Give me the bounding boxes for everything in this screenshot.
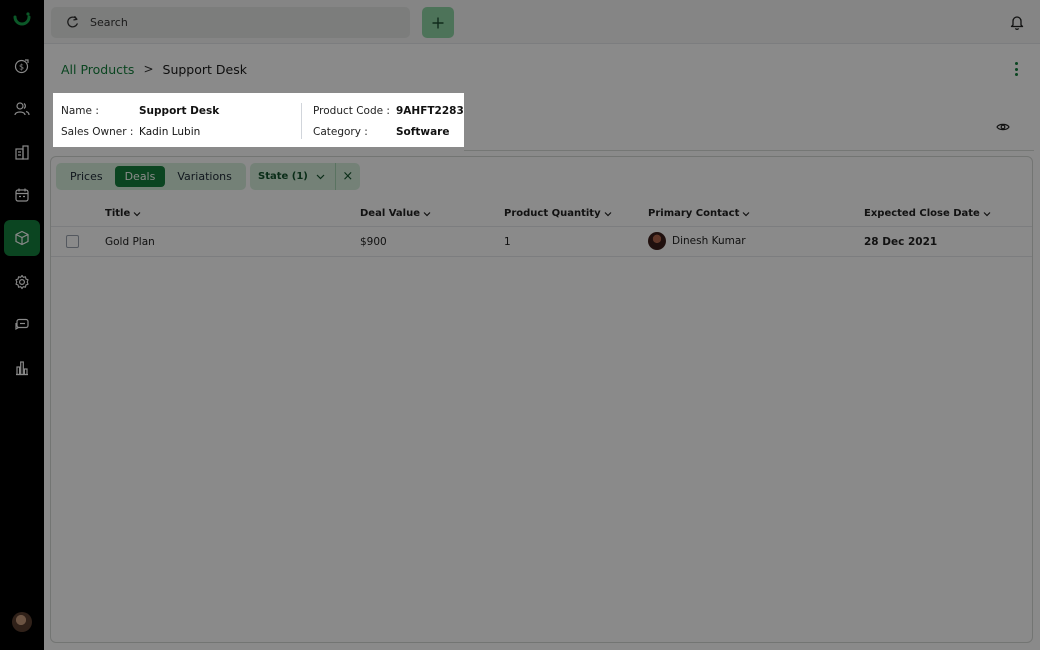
- state-filter: State (1) ×: [250, 163, 360, 190]
- sidebar: $: [0, 0, 44, 650]
- search-input[interactable]: Search: [51, 7, 410, 38]
- cell-title[interactable]: Gold Plan: [105, 236, 155, 248]
- building-icon: [15, 145, 29, 160]
- gear-icon: [15, 274, 29, 290]
- breadcrumb-all-products[interactable]: All Products: [61, 62, 134, 77]
- add-button[interactable]: [422, 7, 454, 38]
- chevron-down-icon: [133, 211, 141, 216]
- contact-name: Dinesh Kumar: [672, 235, 746, 247]
- plus-icon: [432, 17, 444, 28]
- column-header-deal-value[interactable]: Deal Value: [360, 208, 431, 219]
- table-row[interactable]: Gold Plan $900 1 Dinesh Kumar 28 Dec 202…: [51, 226, 1032, 257]
- breadcrumb: All Products > Support Desk: [61, 61, 247, 77]
- column-header-expected-close-date[interactable]: Expected Close Date: [864, 208, 991, 219]
- chevron-down-icon: [604, 211, 612, 216]
- user-avatar[interactable]: [12, 612, 32, 632]
- sidebar-item-reports[interactable]: [4, 350, 40, 386]
- info-code-label: Product Code :: [313, 105, 390, 117]
- kebab-icon[interactable]: [1014, 62, 1018, 76]
- column-header-label: Primary Contact: [648, 208, 740, 219]
- users-icon: [14, 102, 30, 116]
- tab-prices[interactable]: Prices: [60, 166, 113, 187]
- info-owner-label: Sales Owner :: [61, 126, 134, 138]
- column-header-label: Deal Value: [360, 208, 421, 219]
- deals-panel: Prices Deals Variations State (1) × Titl…: [50, 156, 1033, 643]
- info-code-row: Product Code : 9AHFT2283: [313, 105, 464, 117]
- sidebar-item-deals[interactable]: $: [4, 48, 40, 84]
- info-name-label: Name :: [61, 105, 99, 117]
- column-header-label: Expected Close Date: [864, 208, 980, 219]
- product-info-card: Name : Support Desk Sales Owner : Kadin …: [53, 93, 464, 147]
- search-icon: [67, 16, 78, 28]
- chat-icon: [15, 318, 29, 331]
- cell-deal-value: $900: [360, 236, 387, 248]
- sidebar-item-calendar[interactable]: [4, 177, 40, 213]
- breadcrumb-current: Support Desk: [162, 61, 247, 77]
- cell-close-date: 28 Dec 2021: [864, 236, 938, 248]
- top-bar: Search: [44, 0, 1040, 44]
- info-name-row: Name : Support Desk: [61, 105, 219, 117]
- bar-chart-icon: [16, 361, 28, 376]
- chevron-down-icon: [983, 211, 991, 216]
- state-filter-label: State (1): [258, 171, 308, 182]
- dollar-target-icon: $: [14, 59, 29, 74]
- column-header-primary-contact[interactable]: Primary Contact: [648, 208, 750, 219]
- svg-text:$: $: [19, 63, 24, 72]
- eye-icon[interactable]: [996, 120, 1010, 134]
- contact-avatar: [648, 232, 666, 250]
- breadcrumb-separator: >: [143, 62, 154, 76]
- cell-primary-contact[interactable]: Dinesh Kumar: [648, 232, 746, 250]
- info-owner-value: Kadin Lubin: [139, 126, 201, 138]
- sidebar-item-products[interactable]: [4, 220, 40, 256]
- sidebar-item-contacts[interactable]: [4, 91, 40, 127]
- column-header-title[interactable]: Title: [105, 208, 141, 219]
- tab-variations[interactable]: Variations: [167, 166, 242, 187]
- info-divider: [301, 103, 302, 139]
- sidebar-item-companies[interactable]: [4, 134, 40, 170]
- info-name-value: Support Desk: [139, 105, 220, 117]
- sidebar-item-messages[interactable]: [4, 307, 40, 343]
- tab-group: Prices Deals Variations: [56, 163, 246, 190]
- calendar-icon: [15, 188, 29, 202]
- search-placeholder: Search: [90, 16, 128, 29]
- column-header-label: Product Quantity: [504, 208, 601, 219]
- bell-icon[interactable]: [1010, 14, 1024, 30]
- tab-deals[interactable]: Deals: [114, 166, 166, 187]
- row-checkbox[interactable]: [66, 235, 79, 248]
- close-icon: ×: [342, 169, 354, 184]
- table-header: Title Deal Value Product Quantity Primar…: [51, 204, 1032, 226]
- chevron-down-icon: [742, 211, 750, 216]
- chevron-down-icon: [316, 174, 325, 180]
- package-icon: [15, 230, 29, 246]
- sidebar-item-settings[interactable]: [4, 264, 40, 300]
- column-header-label: Title: [105, 208, 131, 219]
- logo-icon[interactable]: [12, 10, 32, 30]
- chevron-down-icon: [423, 211, 431, 216]
- state-filter-dropdown[interactable]: State (1): [250, 163, 335, 190]
- info-owner-row: Sales Owner : Kadin Lubin: [61, 126, 200, 138]
- column-header-product-quantity[interactable]: Product Quantity: [504, 208, 612, 219]
- cell-quantity: 1: [504, 236, 511, 248]
- info-category-label: Category :: [313, 126, 368, 138]
- info-code-value: 9AHFT2283: [396, 105, 464, 117]
- header-divider: [464, 150, 1034, 151]
- clear-filter-button[interactable]: ×: [336, 163, 360, 190]
- info-category-row: Category : Software: [313, 126, 449, 138]
- info-category-value: Software: [396, 126, 450, 138]
